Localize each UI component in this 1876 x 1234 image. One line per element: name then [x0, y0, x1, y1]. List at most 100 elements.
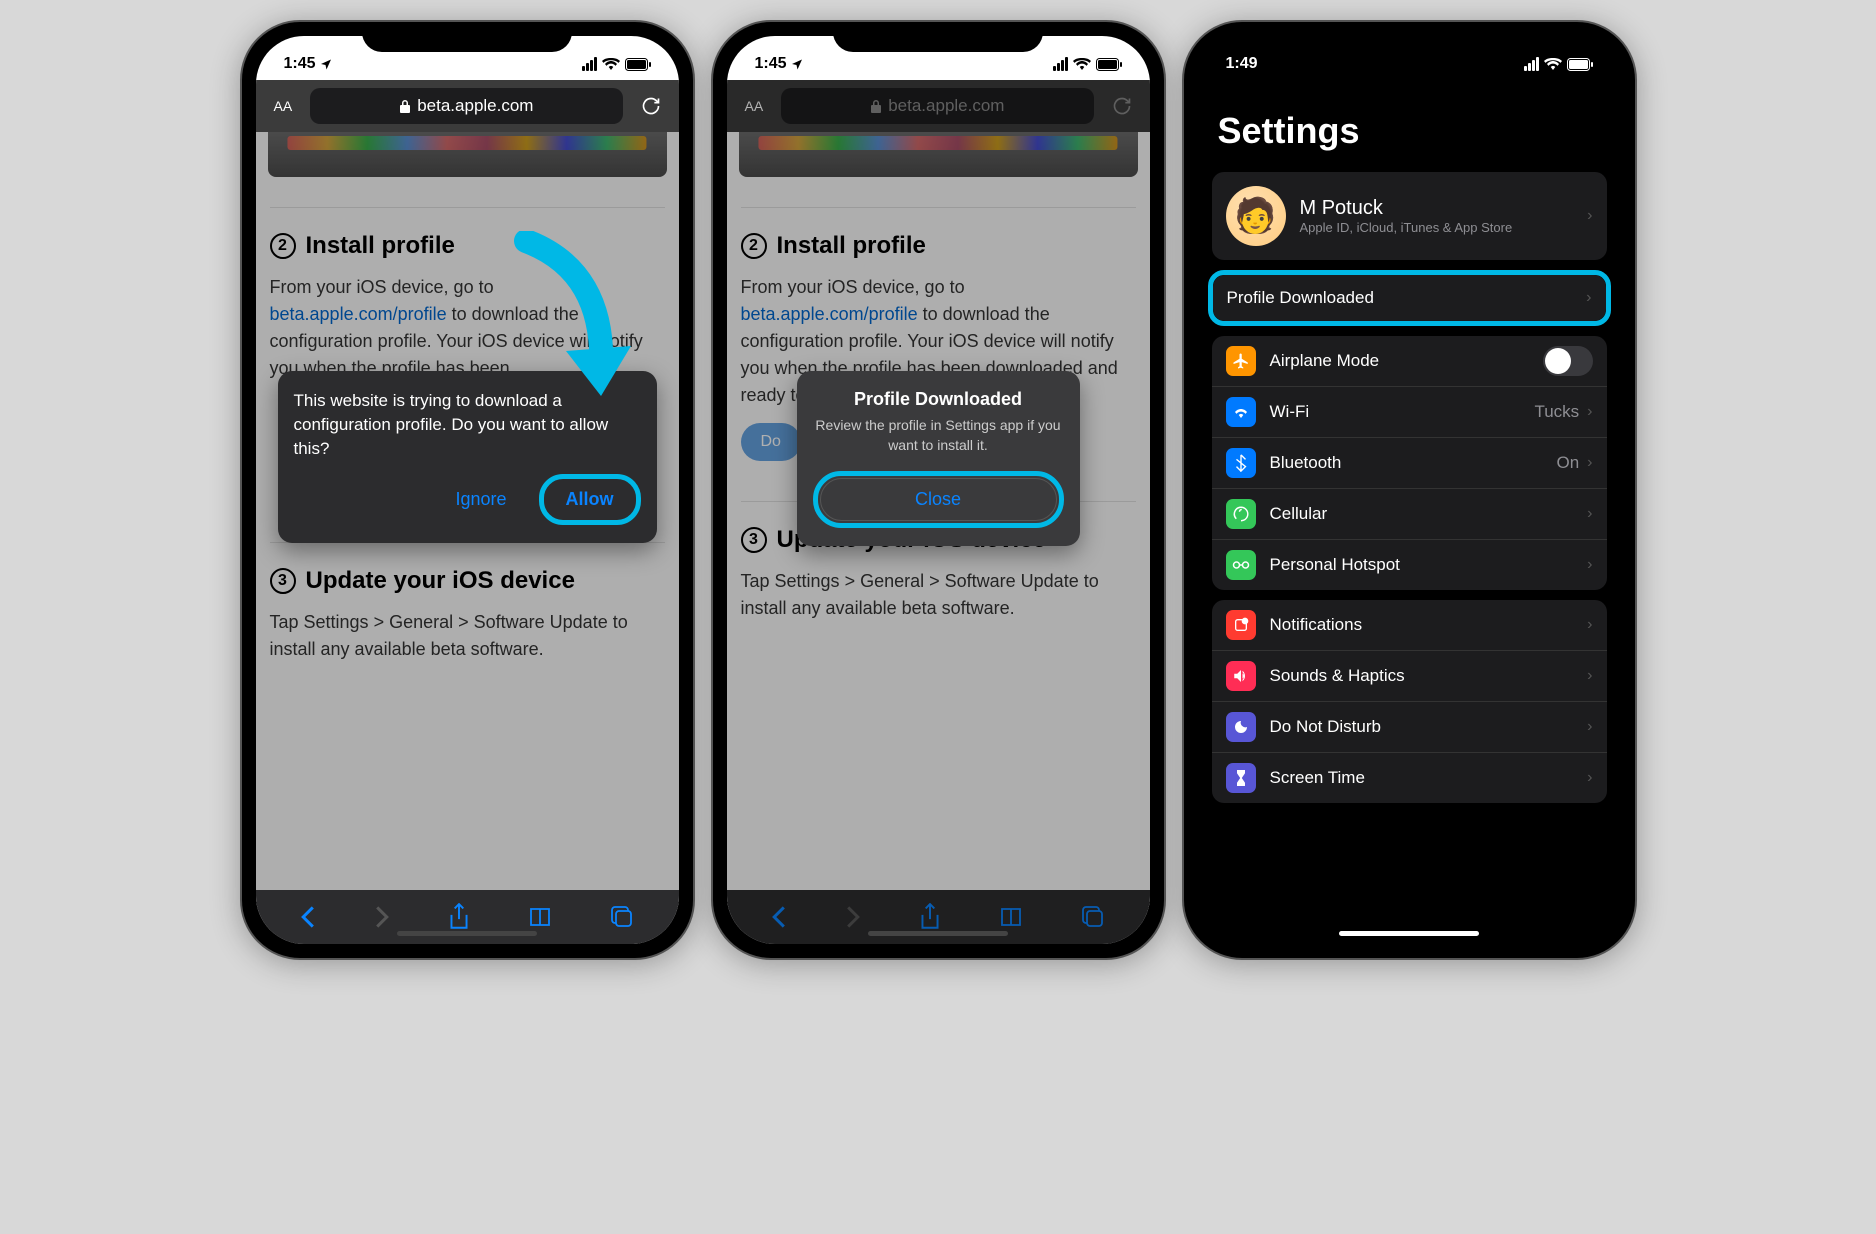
chevron-right-icon: › [1587, 556, 1592, 574]
section-3-text: Tap Settings > General > Software Update… [741, 568, 1136, 622]
profile-downloaded-highlight: Profile Downloaded › [1208, 270, 1611, 326]
screen-2: 1:45 AA beta.apple.com 2 [727, 36, 1150, 944]
battery-icon [1096, 58, 1122, 71]
hotspot-row[interactable]: Personal Hotspot › [1212, 540, 1607, 590]
notifications-icon [1226, 610, 1256, 640]
tabs-button[interactable] [1081, 905, 1105, 929]
popup-subtitle: Review the profile in Settings app if yo… [813, 416, 1064, 455]
location-icon [320, 58, 332, 70]
sounds-icon [1226, 661, 1256, 691]
chevron-right-icon: › [1587, 667, 1592, 685]
section-2-title: 2Install profile [741, 232, 1136, 260]
signal-icon [582, 57, 597, 71]
wifi-icon [1226, 397, 1256, 427]
chevron-right-icon: › [1587, 454, 1592, 472]
share-button[interactable] [919, 903, 941, 931]
notch [362, 22, 572, 52]
chevron-right-icon: › [1587, 207, 1592, 225]
phone-1: 1:45 AA beta.apple.com 2 [240, 20, 695, 960]
lock-icon [399, 99, 411, 113]
chevron-right-icon: › [1587, 769, 1592, 787]
notifications-row[interactable]: Notifications › [1212, 600, 1607, 651]
signal-icon [1524, 57, 1539, 71]
macbook-image [739, 132, 1138, 177]
url-field[interactable]: beta.apple.com [781, 88, 1093, 124]
chevron-right-icon: › [1587, 505, 1592, 523]
profile-link[interactable]: beta.apple.com/profile [741, 304, 918, 324]
profile-subtitle: Apple ID, iCloud, iTunes & App Store [1300, 220, 1574, 235]
chevron-right-icon: › [1586, 289, 1591, 307]
airplane-mode-row[interactable]: Airplane Mode [1212, 336, 1607, 387]
profile-downloaded-row[interactable]: Profile Downloaded › [1213, 275, 1606, 321]
cellular-row[interactable]: Cellular › [1212, 489, 1607, 540]
battery-icon [1567, 58, 1593, 71]
apple-id-group: 🧑 M Potuck Apple ID, iCloud, iTunes & Ap… [1212, 172, 1607, 260]
phone-3: 1:49 Settings 🧑 M Potuck Apple ID, iClou… [1182, 20, 1637, 960]
annotation-arrow [506, 231, 636, 411]
profile-downloaded-popup: Profile Downloaded Review the profile in… [797, 371, 1080, 546]
wifi-icon [602, 57, 620, 71]
allow-button[interactable]: Allow [552, 483, 628, 516]
reload-button[interactable] [633, 95, 669, 117]
bluetooth-row[interactable]: Bluetooth On › [1212, 438, 1607, 489]
notifications-group: Notifications › Sounds & Haptics › Do No… [1212, 600, 1607, 803]
safari-address-bar: AA beta.apple.com [727, 80, 1150, 132]
forward-button[interactable] [845, 905, 861, 929]
close-button[interactable]: Close [820, 478, 1057, 521]
popup-title: Profile Downloaded [813, 389, 1064, 410]
apple-id-row[interactable]: 🧑 M Potuck Apple ID, iCloud, iTunes & Ap… [1212, 172, 1607, 260]
macbook-image [268, 132, 667, 177]
airplane-toggle[interactable] [1543, 346, 1593, 376]
home-indicator[interactable] [868, 931, 1008, 936]
back-button[interactable] [300, 905, 316, 929]
bookmarks-button[interactable] [999, 906, 1023, 928]
status-time: 1:45 [284, 55, 316, 73]
url-field[interactable]: beta.apple.com [310, 88, 622, 124]
share-button[interactable] [448, 903, 470, 931]
sounds-row[interactable]: Sounds & Haptics › [1212, 651, 1607, 702]
bluetooth-icon [1226, 448, 1256, 478]
dnd-row[interactable]: Do Not Disturb › [1212, 702, 1607, 753]
reload-button[interactable] [1104, 95, 1140, 117]
connectivity-group: Airplane Mode Wi-Fi Tucks › Bluetooth On… [1212, 336, 1607, 590]
status-time: 1:49 [1226, 55, 1258, 73]
bookmarks-button[interactable] [528, 906, 552, 928]
home-indicator[interactable] [397, 931, 537, 936]
avatar: 🧑 [1226, 186, 1286, 246]
hotspot-icon [1226, 550, 1256, 580]
chevron-right-icon: › [1587, 718, 1592, 736]
home-indicator[interactable] [1339, 931, 1479, 936]
forward-button[interactable] [374, 905, 390, 929]
wifi-row[interactable]: Wi-Fi Tucks › [1212, 387, 1607, 438]
chevron-right-icon: › [1587, 403, 1592, 421]
tabs-button[interactable] [610, 905, 634, 929]
hourglass-icon [1226, 763, 1256, 793]
download-button[interactable]: Do [741, 423, 801, 461]
cellular-icon [1226, 499, 1256, 529]
notch [1304, 22, 1514, 52]
screentime-row[interactable]: Screen Time › [1212, 753, 1607, 803]
profile-link[interactable]: beta.apple.com/profile [270, 304, 447, 324]
notch [833, 22, 1043, 52]
screen-1: 1:45 AA beta.apple.com 2 [256, 36, 679, 944]
settings-title: Settings [1218, 110, 1601, 152]
close-highlight: Close [813, 471, 1064, 528]
lock-icon [870, 99, 882, 113]
reader-button[interactable]: AA [737, 98, 772, 114]
profile-name: M Potuck [1300, 197, 1574, 220]
battery-icon [625, 58, 651, 71]
signal-icon [1053, 57, 1068, 71]
section-3-title: 3Update your iOS device [270, 567, 665, 595]
section-3-text: Tap Settings > General > Software Update… [270, 609, 665, 663]
status-time: 1:45 [755, 55, 787, 73]
chevron-right-icon: › [1587, 616, 1592, 634]
safari-address-bar: AA beta.apple.com [256, 80, 679, 132]
ignore-button[interactable]: Ignore [441, 483, 520, 516]
location-icon [791, 58, 803, 70]
allow-highlight: Allow [539, 474, 641, 525]
reader-button[interactable]: AA [266, 98, 301, 114]
moon-icon [1226, 712, 1256, 742]
settings-header: Settings [1198, 80, 1621, 162]
wifi-icon [1073, 57, 1091, 71]
back-button[interactable] [771, 905, 787, 929]
